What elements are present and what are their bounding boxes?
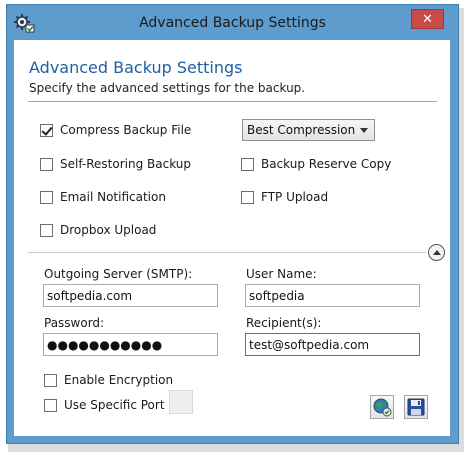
window-title: Advanced Backup Settings <box>139 15 326 31</box>
checkbox-box[interactable] <box>40 157 53 171</box>
checkbox-label: Email Notification <box>60 190 166 204</box>
dialog-content: Advanced Backup Settings Specify the adv… <box>14 40 450 436</box>
checkbox-label: Self-Restoring Backup <box>60 157 192 171</box>
dialog-window: Advanced Backup Settings ✕ Advanced Back… <box>6 4 459 444</box>
password-input[interactable]: ●●●●●●●●●●● <box>43 333 218 356</box>
smtp-server-label: Outgoing Server (SMTP): <box>44 267 193 281</box>
recipients-input[interactable]: test@softpedia.com <box>245 333 420 356</box>
compress-backup-checkbox[interactable]: Compress Backup File <box>40 123 191 137</box>
header-divider <box>28 101 437 102</box>
title-bar[interactable]: Advanced Backup Settings ✕ <box>7 5 458 41</box>
chevron-down-icon <box>360 128 368 133</box>
save-button[interactable] <box>404 395 428 419</box>
password-label: Password: <box>44 316 105 330</box>
checkbox-label: Backup Reserve Copy <box>261 157 392 171</box>
email-notification-checkbox[interactable]: Email Notification <box>40 190 166 204</box>
test-connection-button[interactable] <box>370 395 394 419</box>
backup-reserve-copy-checkbox[interactable]: Backup Reserve Copy <box>241 157 391 171</box>
checkbox-label: Enable Encryption <box>64 373 174 387</box>
dropbox-upload-checkbox[interactable]: Dropbox Upload <box>40 223 156 237</box>
username-label: User Name: <box>246 267 317 281</box>
chevron-up-icon[interactable] <box>428 244 445 261</box>
page-title: Advanced Backup Settings <box>29 58 243 77</box>
self-restoring-backup-checkbox[interactable]: Self-Restoring Backup <box>40 157 191 171</box>
checkbox-label: Use Specific Port <box>64 398 165 412</box>
port-input[interactable] <box>169 390 193 414</box>
checkbox-box[interactable] <box>40 190 53 204</box>
recipients-label: Recipient(s): <box>246 316 322 330</box>
use-specific-port-checkbox[interactable]: Use Specific Port <box>44 398 165 412</box>
checkbox-box[interactable] <box>241 190 254 204</box>
checkbox-box[interactable] <box>40 223 53 237</box>
enable-encryption-checkbox[interactable]: Enable Encryption <box>44 373 173 387</box>
compression-level-dropdown[interactable]: Best Compression <box>242 119 375 141</box>
page-subtitle: Specify the advanced settings for the ba… <box>29 81 306 95</box>
checkbox-label: Compress Backup File <box>60 123 192 137</box>
username-input[interactable]: softpedia <box>245 284 420 307</box>
close-icon: ✕ <box>422 12 433 27</box>
section-divider <box>28 252 426 253</box>
checkbox-box[interactable] <box>40 123 53 137</box>
checkbox-box[interactable] <box>44 373 57 387</box>
ftp-upload-checkbox[interactable]: FTP Upload <box>241 190 328 204</box>
floppy-icon <box>407 398 425 416</box>
dropdown-value: Best Compression <box>247 123 356 137</box>
checkbox-box[interactable] <box>241 157 254 171</box>
checkbox-label: Dropbox Upload <box>60 223 157 237</box>
globe-icon <box>373 398 392 417</box>
smtp-server-input[interactable]: softpedia.com <box>43 284 218 307</box>
checkbox-label: FTP Upload <box>261 190 329 204</box>
close-button[interactable]: ✕ <box>411 9 444 29</box>
checkbox-box[interactable] <box>44 398 57 412</box>
